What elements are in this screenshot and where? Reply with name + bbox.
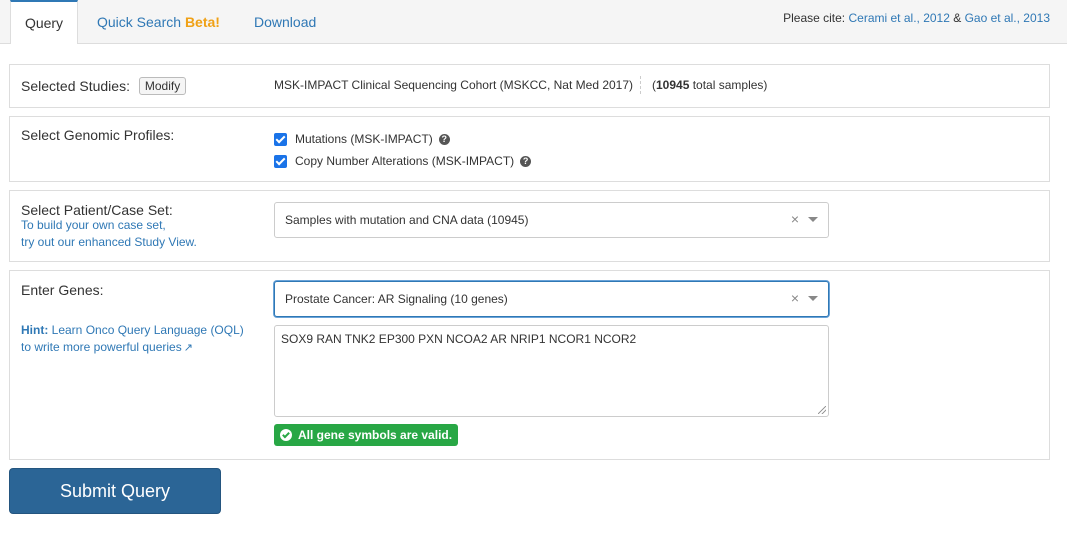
cite-prefix: Please cite: [783,11,846,25]
selected-studies-label: Selected Studies: Modify [21,77,187,95]
genomic-profiles-panel: Select Genomic Profiles: Mutations (MSK-… [9,116,1050,182]
chevron-down-icon[interactable] [808,296,818,301]
external-link-icon: ↗ [183,342,193,354]
case-set-value: Samples with mutation and CNA data (1094… [285,213,529,227]
chevron-down-icon[interactable] [808,217,818,222]
hint-text-2: to write more powerful queries [21,340,182,354]
study-name: MSK-IMPACT Clinical Sequencing Cohort (M… [274,78,634,92]
total-samples: (10945 total samples) [652,78,767,92]
enter-genes-label: Enter Genes: [21,282,104,298]
valid-message: All gene symbols are valid. [298,428,453,442]
cna-checkbox[interactable] [274,154,287,168]
top-tab-bar: Query Quick Search Beta! Download Please… [0,0,1067,44]
case-set-panel: Select Patient/Case Set: To build your o… [9,190,1050,262]
case-set-select[interactable]: Samples with mutation and CNA data (1094… [274,202,829,238]
selected-studies-panel: Selected Studies: Modify MSK-IMPACT Clin… [9,64,1050,108]
submit-query-button[interactable]: Submit Query [9,468,221,514]
genes-textarea-value: SOX9 RAN TNK2 EP300 PXN NCOA2 AR NRIP1 N… [281,332,637,346]
cite-link-gao[interactable]: Gao et al., 2013 [965,11,1050,25]
modify-button[interactable]: Modify [138,77,187,95]
total-suffix: total samples) [689,78,768,92]
genes-textarea[interactable]: SOX9 RAN TNK2 EP300 PXN NCOA2 AR NRIP1 N… [274,325,829,417]
help-icon[interactable]: ? [438,133,450,145]
gene-set-select[interactable]: Prostate Cancer: AR Signaling (10 genes)… [274,281,829,317]
study-view-link[interactable]: To build your own case set, try out our … [21,217,197,251]
hint-bold: Hint: [21,323,49,337]
help-icon[interactable]: ? [520,155,532,167]
cite-amp: & [953,11,962,25]
profile-cna[interactable]: Copy Number Alterations (MSK-IMPACT) ? [274,154,532,168]
check-circle-icon [280,429,292,441]
case-set-hint-line1: To build your own case set, [21,218,166,232]
enter-genes-panel: Enter Genes: Hint: Learn Onco Query Lang… [9,270,1050,460]
clear-icon[interactable]: × [791,290,799,306]
profile-mutations[interactable]: Mutations (MSK-IMPACT) ? [274,132,450,146]
cite-link-cerami[interactable]: Cerami et al., 2012 [849,11,950,25]
tab-download[interactable]: Download [254,0,316,44]
gene-set-value: Prostate Cancer: AR Signaling (10 genes) [285,292,508,306]
citation-text: Please cite: Cerami et al., 2012 & Gao e… [783,11,1050,25]
total-count: 10945 [656,78,690,92]
cna-label: Copy Number Alterations (MSK-IMPACT) [295,154,515,168]
selected-studies-title: Selected Studies: [21,78,130,94]
divider [640,76,641,94]
tab-query[interactable]: Query [10,0,78,44]
resize-handle-icon[interactable] [818,406,826,414]
tab-quick-search-label: Quick Search [97,14,182,30]
case-set-label: Select Patient/Case Set: [21,202,173,218]
clear-icon[interactable]: × [791,211,799,227]
case-set-hint-line2: try out our enhanced Study View. [21,235,197,249]
tab-quick-search[interactable]: Quick Search Beta! [97,0,220,44]
mutations-checkbox[interactable] [274,132,287,146]
beta-badge: Beta! [184,14,220,30]
mutations-label: Mutations (MSK-IMPACT) [295,132,433,146]
genomic-profiles-label: Select Genomic Profiles: [21,127,175,143]
valid-genes-badge: All gene symbols are valid. [274,424,459,446]
hint-text-1: Learn Onco Query Language (OQL) [48,323,244,337]
oql-hint[interactable]: Hint: Learn Onco Query Language (OQL) to… [21,322,244,357]
